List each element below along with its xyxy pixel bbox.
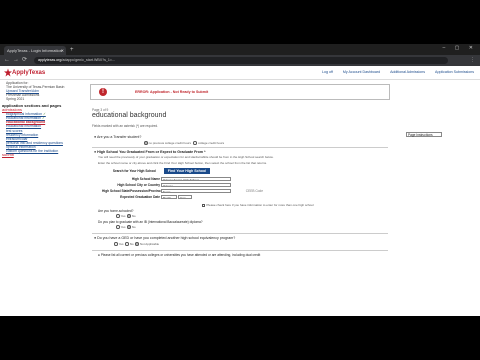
question-text: Please list all current or previous coll… — [100, 253, 261, 257]
hs-state-row: High School State/Possession/Province Te… — [102, 189, 263, 194]
radio-yes[interactable] — [116, 214, 120, 218]
error-alert: ! ERROR: Application - Not Ready to Subm… — [90, 84, 390, 100]
field-label: Search for Your High School — [112, 169, 156, 173]
question-text: Do you have a GED or have you completed … — [97, 236, 236, 240]
grad-date-row: Expected Graduation Date Month Year — [102, 195, 192, 200]
browser-window: ApplyTexas - Login Information ✕ + – ▢ ✕… — [0, 44, 480, 316]
new-tab-icon[interactable]: + — [70, 46, 74, 54]
sidebar-submit-link[interactable]: submit — [2, 153, 82, 157]
question-colleges: ● Please list all current or previous co… — [98, 253, 260, 257]
address-bar-row: ← → ⟳ applytexas.org/adappc/gen/c_start.… — [0, 55, 480, 66]
radio-yes[interactable] — [116, 225, 120, 229]
url-host: applytexas.org — [38, 58, 62, 62]
multi-hs-check-row: Please check here if you have informatio… — [202, 203, 314, 207]
url-input[interactable]: applytexas.org/adappc/gen/c_start.WBX?s_… — [34, 57, 448, 64]
option-label: Yes — [120, 225, 126, 229]
field-label: Expected Graduation Date — [120, 195, 160, 200]
question-text: High School You Graduated From or Expect… — [97, 150, 206, 154]
sidebar: application sections and pages admission… — [2, 103, 82, 157]
option-label: No — [129, 242, 134, 246]
option-label: No — [131, 225, 136, 229]
divider — [92, 233, 388, 234]
grad-year-select[interactable]: Year — [177, 195, 192, 200]
radio-not-applicable[interactable] — [135, 242, 139, 246]
applytexas-logo[interactable]: ApplyTexas — [4, 68, 46, 77]
hs-name-input[interactable]: Odessa Senior High School — [160, 177, 231, 182]
homeschool-options: Yes No — [116, 214, 136, 218]
top-nav: Log off My Account Dashboard Additional … — [313, 70, 474, 74]
close-tab-icon[interactable]: ✕ — [61, 46, 64, 55]
hs-search-row: Search for Your High School — [112, 169, 156, 173]
question-homeschool: Are you home-schooled? — [98, 209, 134, 213]
find-high-school-button[interactable]: Find Your High School — [164, 168, 210, 174]
submissions-link[interactable]: Application Submissions — [435, 70, 474, 74]
reload-icon[interactable]: ⟳ — [22, 56, 27, 65]
tab-bar: ApplyTexas - Login Information ✕ + – ▢ ✕ — [0, 44, 480, 55]
required-note: Fields marked with an asterisk (*) are r… — [92, 124, 159, 128]
help-text-2: Enter the school name or city above and … — [98, 161, 267, 165]
ib-options: Yes No — [116, 225, 136, 229]
option-label: no previous college credit hours — [148, 141, 191, 145]
alert-text: ERROR: Application - Not Ready to Submit — [135, 90, 209, 94]
hs-city-row: High School City or Country Odessa — [102, 183, 231, 188]
grad-month-select[interactable]: Month — [160, 195, 177, 200]
tab-title: ApplyTexas - Login Information — [7, 48, 62, 53]
question-text: Are you a Transfer student? — [96, 135, 142, 139]
back-icon[interactable]: ← — [4, 56, 10, 65]
url-path: /adappc/gen/c_start.WBX?s_1=... — [61, 58, 116, 62]
logo-text: ApplyTexas — [12, 70, 46, 76]
radio-no[interactable] — [127, 225, 131, 229]
application-info: Application for: The University of Texas… — [6, 81, 64, 101]
question-ged: ● Do you have a GED or have you complete… — [94, 236, 235, 240]
hs-state-select[interactable]: Texas — [160, 189, 231, 194]
browser-menu-icon[interactable]: ⋮ — [470, 56, 475, 65]
logoff-link[interactable]: Log off — [322, 70, 333, 74]
page-title: educational background — [92, 112, 167, 119]
divider — [92, 250, 388, 251]
multi-hs-checkbox[interactable] — [202, 203, 206, 207]
question-transfer: ● Are you a Transfer student? — [94, 135, 141, 139]
dashboard-link[interactable]: My Account Dashboard — [343, 70, 380, 74]
transfer-options: no previous college credit hours college… — [144, 141, 224, 145]
window-controls[interactable]: – ▢ ✕ — [443, 45, 477, 51]
info-line: Spring 2021 — [6, 97, 25, 102]
question-high-school: ● High School You Graduated From or Expe… — [94, 150, 205, 154]
alert-icon: ! — [99, 88, 107, 96]
radio-no-credit[interactable] — [144, 141, 148, 145]
hs-name-row: High School Name Odessa Senior High Scho… — [102, 177, 231, 182]
option-label: Yes — [118, 242, 124, 246]
forward-icon[interactable]: → — [13, 56, 19, 65]
option-label: college credit hours — [198, 141, 225, 145]
star-icon — [4, 68, 12, 77]
radio-yes[interactable] — [114, 242, 118, 246]
checkbox-label: Please check here if you have informatio… — [206, 203, 314, 207]
field-label: High School State/Possession/Province — [102, 189, 163, 194]
radio-no[interactable] — [125, 242, 129, 246]
browser-tab[interactable]: ApplyTexas - Login Information ✕ — [4, 46, 66, 55]
site-header: ApplyTexas Log off My Account Dashboard … — [0, 66, 480, 80]
field-label: High School Name — [131, 177, 160, 182]
ged-options: Yes No Not Applicable — [114, 242, 159, 246]
field-label: High School City or Country — [117, 183, 160, 188]
divider — [92, 147, 388, 148]
question-ib: Do you plan to graduate with an IB (Inte… — [98, 220, 203, 224]
option-label: Yes — [120, 214, 126, 218]
radio-credit[interactable] — [193, 141, 198, 145]
ceeb-label: CEEB Code — [245, 189, 263, 194]
help-text: You will need the previously of your gra… — [98, 155, 274, 159]
option-label: No — [131, 214, 136, 218]
additional-admissions-link[interactable]: Additional Admissions — [390, 70, 425, 74]
radio-no[interactable] — [127, 214, 131, 218]
hs-city-input[interactable]: Odessa — [160, 183, 231, 188]
option-label: Not Applicable — [139, 242, 160, 246]
page-select[interactable]: Page Instructions — [406, 132, 442, 137]
